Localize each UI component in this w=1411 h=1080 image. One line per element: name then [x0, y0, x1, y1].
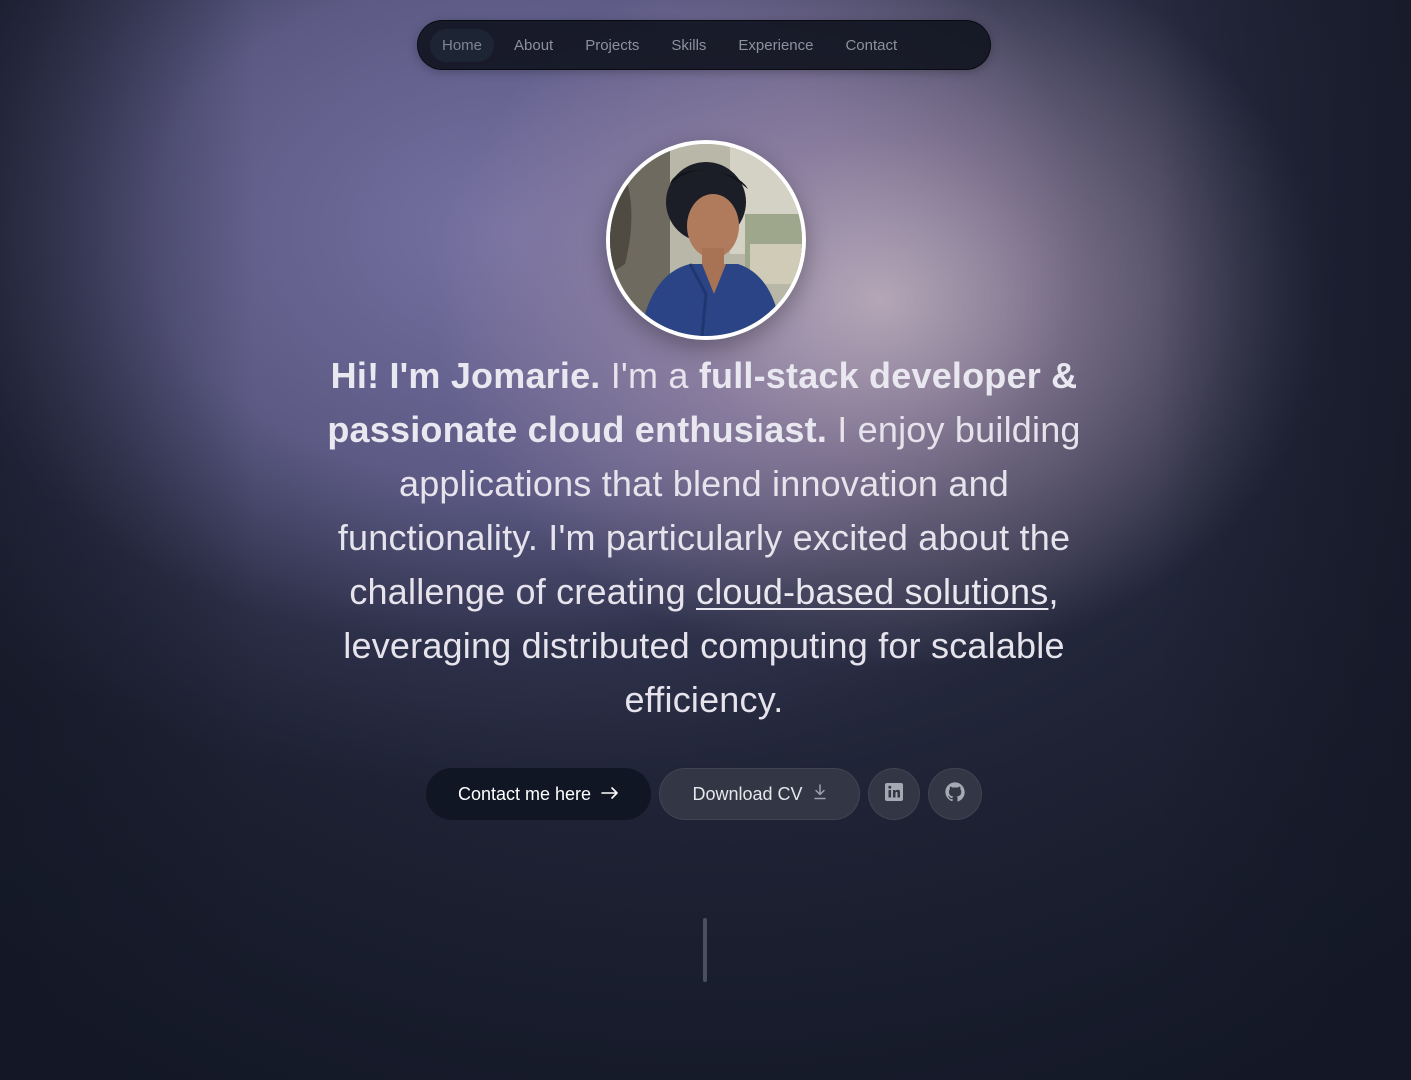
page-content: Home About Projects Skills Experience Co… [0, 0, 1411, 1080]
top-navbar: Home About Projects Skills Experience Co… [417, 20, 991, 70]
linkedin-icon [884, 782, 904, 807]
nav-item-skills[interactable]: Skills [659, 29, 718, 62]
download-icon [813, 783, 827, 805]
hero-intro: Hi! I'm Jomarie. I'm a full-stack develo… [300, 349, 1108, 727]
contact-button-label: Contact me here [457, 783, 592, 804]
github-button[interactable] [928, 768, 982, 820]
nav-item-projects[interactable]: Projects [573, 29, 651, 62]
profile-avatar [606, 140, 806, 340]
arrow-right-icon [601, 784, 619, 805]
nav-item-contact[interactable]: Contact [833, 29, 909, 62]
download-cv-label: Download CV [692, 783, 803, 804]
github-icon [944, 781, 966, 808]
hero-intro-part-1: I'm a [600, 355, 699, 396]
hero-actions: Contact me here Download CV [426, 768, 982, 820]
scroll-indicator [703, 918, 707, 982]
contact-button[interactable]: Contact me here [426, 768, 651, 820]
nav-item-experience[interactable]: Experience [726, 29, 825, 62]
linkedin-button[interactable] [868, 768, 920, 820]
download-cv-button[interactable]: Download CV [659, 768, 860, 820]
nav-item-about[interactable]: About [502, 29, 565, 62]
nav-item-home[interactable]: Home [430, 28, 495, 62]
cloud-solutions-link[interactable]: cloud-based solutions [696, 571, 1048, 612]
hero-greeting: Hi! I'm Jomarie. [330, 355, 601, 396]
profile-photo [610, 144, 802, 336]
